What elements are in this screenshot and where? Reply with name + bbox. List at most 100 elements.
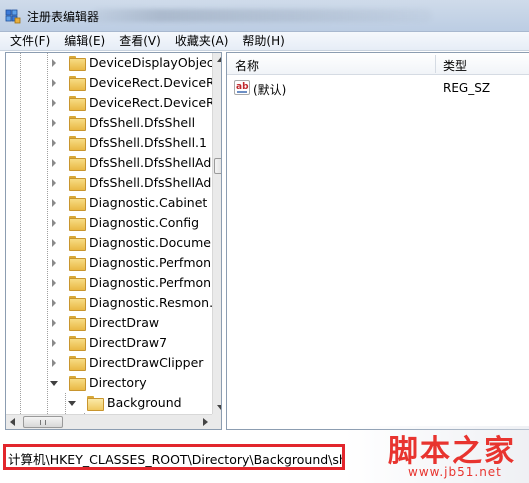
menu-favorites[interactable]: 收藏夹(A) [168,32,236,50]
scroll-left-arrow-icon[interactable] [10,418,15,426]
list-header: 名称 类型 [227,53,529,75]
expand-arrow-icon[interactable] [52,279,56,287]
folder-icon [69,76,86,91]
expand-arrow-icon[interactable] [52,59,56,67]
expand-arrow-icon[interactable] [52,199,56,207]
tree-item-label: DirectDraw [89,315,160,330]
folder-icon [69,276,86,291]
folder-icon [69,196,86,211]
expand-arrow-icon[interactable] [52,339,56,347]
folder-icon [69,376,86,391]
column-header-name[interactable]: 名称 [235,57,259,74]
tree-item[interactable]: DeviceDisplayObject [6,53,219,73]
regedit-app-icon[interactable] [4,7,22,25]
expand-arrow-icon[interactable] [52,79,56,87]
folder-icon [69,256,86,271]
tree-item[interactable]: Diagnostic.Perfmon. [6,273,215,293]
tree-vertical-scrollbar[interactable] [212,53,221,414]
tree-item[interactable]: Diagnostic.Perfmon. [6,253,215,273]
list-item[interactable]: ab (默认) REG_SZ [227,79,529,97]
expand-arrow-icon[interactable] [52,119,56,127]
folder-icon [69,356,86,371]
menu-bar: 文件(F) 编辑(E) 查看(V) 收藏夹(A) 帮助(H) [0,32,529,51]
tree-item[interactable]: DirectDraw7 [6,333,206,353]
tree-item[interactable]: DfsShell.DfsShell [6,113,206,133]
registry-tree-pane[interactable]: DeviceDisplayObject DeviceRect.DeviceRe De… [5,52,222,430]
tree-item[interactable]: Diagnostic.Cabinet [6,193,208,213]
tree-item-label: Diagnostic.Documer [89,235,217,250]
menu-file[interactable]: 文件(F) [0,32,57,50]
menu-edit[interactable]: 编辑(E) [57,32,112,50]
tree-item-label: Diagnostic.Perfmon. [89,275,216,290]
folder-icon [69,216,86,231]
expand-arrow-icon[interactable] [52,159,56,167]
expand-arrow-icon[interactable] [52,299,56,307]
scroll-right-arrow-icon[interactable] [203,418,208,426]
menu-view[interactable]: 查看(V) [112,32,168,50]
tree-item[interactable]: Diagnostic.Config [6,213,206,233]
tree-item-label: DirectDraw7 [89,335,168,350]
folder-icon [69,116,86,131]
watermark-logo-text: 脚本之家 [388,434,516,469]
expand-arrow-icon[interactable] [52,259,56,267]
tree-item[interactable]: Diagnostic.Resmon.( [6,293,218,313]
registry-path: 计算机\HKEY_CLASSES_ROOT\Directory\Backgrou… [8,452,345,467]
menu-help[interactable]: 帮助(H) [235,32,291,50]
tree-item-label: Diagnostic.Resmon.( [89,295,218,310]
tree-horizontal-scrollbar[interactable] [6,414,212,429]
tree-item[interactable]: DeviceRect.DeviceRe [6,93,221,113]
scroll-down-arrow-icon[interactable] [217,405,221,410]
tree-item-label: Background [107,395,182,410]
tree-item-label: Diagnostic.Perfmon. [89,255,216,270]
tree-item-label: Diagnostic.Config [89,215,200,230]
window-title: 注册表编辑器 [27,10,100,24]
tree-item-label: DfsShell.DfsShell.1 [89,135,207,150]
folder-icon [69,156,86,171]
tree-item-label: DeviceRect.DeviceRe [89,75,222,90]
blurred-title-region [92,9,432,22]
tree-item-label: DeviceRect.DeviceRe [89,95,222,110]
tree-item-label: Directory [89,375,147,390]
folder-icon [69,136,86,151]
tree-item-label: DirectDrawClipper [89,355,204,370]
value-name: (默认) [253,83,287,97]
tree-item-label: DfsShell.DfsShellAdr [89,155,217,170]
ab-string-icon: ab [234,80,250,95]
tree-item[interactable]: Diagnostic.Documer [6,233,216,253]
expand-arrow-icon[interactable] [52,179,56,187]
expand-arrow-icon[interactable] [52,319,56,327]
collapse-arrow-icon[interactable] [50,381,58,386]
folder-icon [69,56,86,71]
tree-item-label: Diagnostic.Cabinet [89,195,208,210]
collapse-arrow-icon[interactable] [68,401,76,406]
folder-icon [69,296,86,311]
tree-item[interactable]: Background [6,393,206,413]
folder-icon [69,336,86,351]
tree-item[interactable]: DirectDraw [6,313,206,333]
path-highlight-box: 计算机\HKEY_CLASSES_ROOT\Directory\Backgrou… [3,444,345,470]
expand-arrow-icon[interactable] [52,99,56,107]
tree-item[interactable]: DirectDrawClipper [6,353,206,373]
title-bar: 注册表编辑器 [0,0,529,32]
expand-arrow-icon[interactable] [52,359,56,367]
tree-item-label: DeviceDisplayObject [89,55,219,70]
scrollbar-corner [212,414,221,429]
folder-icon [69,236,86,251]
tree-item[interactable]: DfsShell.DfsShellAdr [6,173,216,193]
horizontal-scroll-thumb[interactable] [23,416,63,428]
column-header-type[interactable]: 类型 [443,57,467,74]
expand-arrow-icon[interactable] [52,239,56,247]
scroll-up-arrow-icon[interactable] [217,57,221,62]
expand-arrow-icon[interactable] [52,139,56,147]
column-divider[interactable] [435,55,436,73]
vertical-scroll-thumb[interactable] [214,158,221,174]
expand-arrow-icon[interactable] [52,219,56,227]
tree-item[interactable]: Directory [6,373,206,393]
tree-item[interactable]: DfsShell.DfsShellAdr [6,153,216,173]
tree-item[interactable]: DeviceRect.DeviceRe [6,73,221,93]
values-list-pane[interactable]: 名称 类型 ab (默认) REG_SZ [226,52,529,430]
tree-item[interactable]: DfsShell.DfsShell.1 [6,133,207,153]
open-folder-icon [87,396,104,411]
scroll-grip-icon [40,420,46,425]
folder-icon [69,316,86,331]
